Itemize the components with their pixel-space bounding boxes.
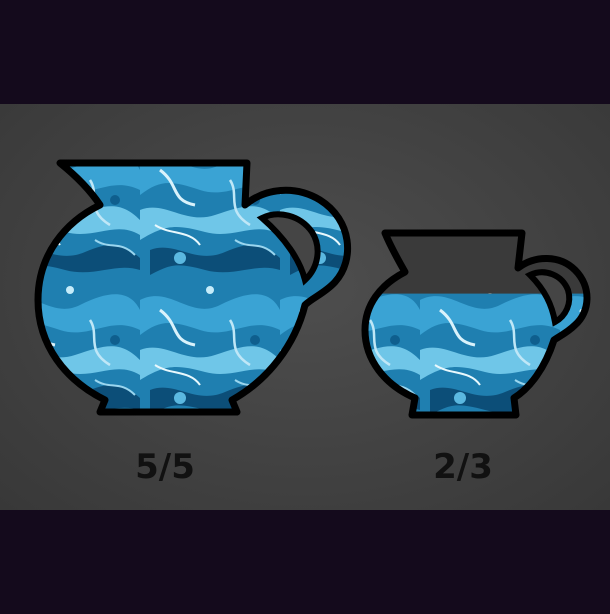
- game-screen: 5/5 2/3: [0, 0, 610, 614]
- jug-small-label: 2/3: [433, 447, 493, 487]
- jug-large[interactable]: 5/5: [30, 150, 370, 487]
- jug-scene: 5/5 2/3: [0, 0, 610, 487]
- jug-small[interactable]: 2/3: [360, 225, 600, 487]
- jug-large-label: 5/5: [135, 447, 195, 487]
